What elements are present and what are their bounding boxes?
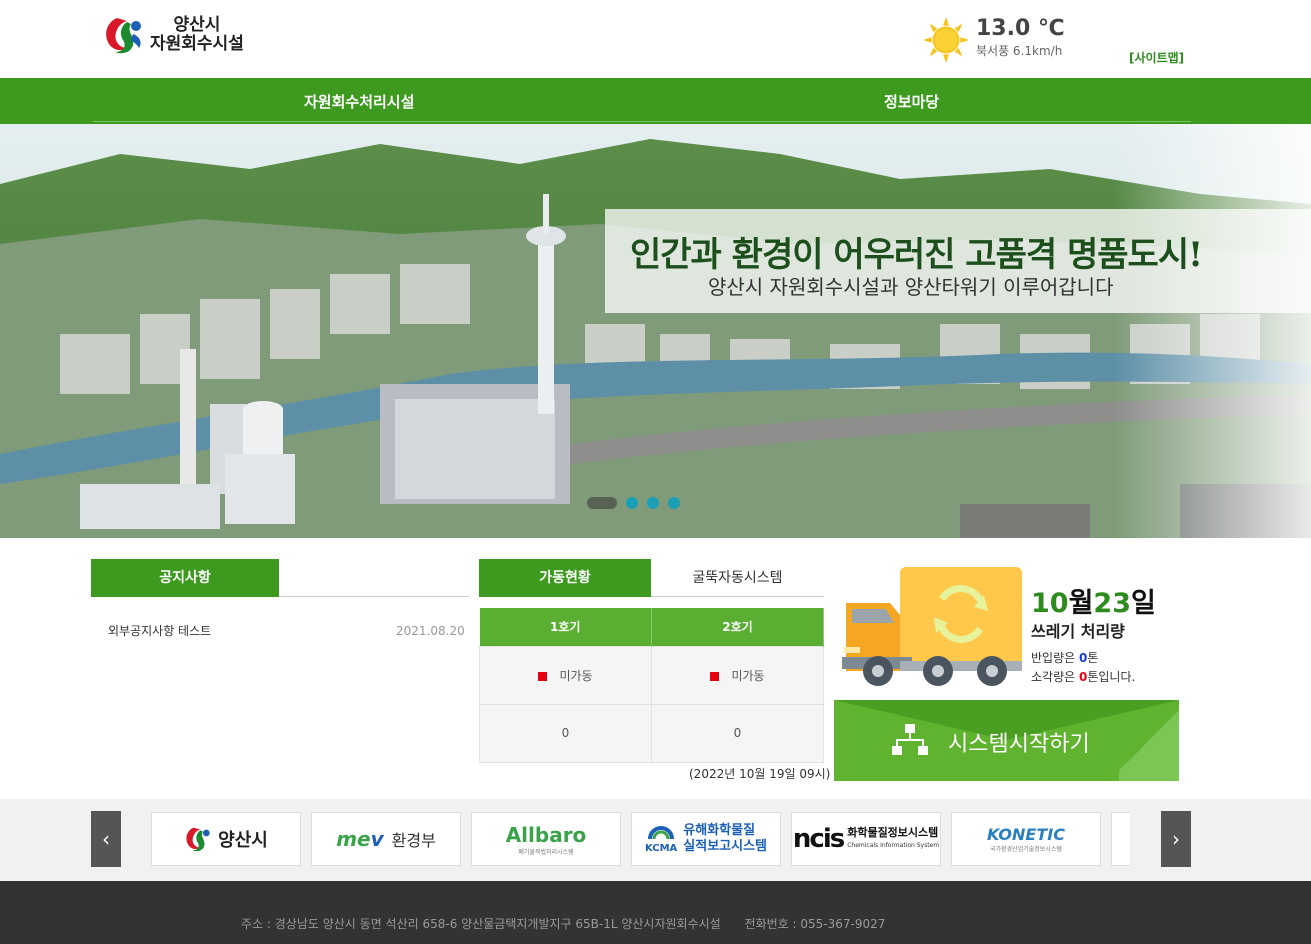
status-cell: 미가동 <box>479 645 652 705</box>
slider-dot-3[interactable] <box>647 497 659 509</box>
divider <box>279 596 469 597</box>
waste-date: 10월23일 <box>1031 581 1156 620</box>
banner-sublabel: 국가환경산업기술정보시스템 <box>990 846 1062 853</box>
waste-title: 쓰레기 처리량 <box>1031 622 1125 641</box>
temperature: 13.0 ℃ <box>976 16 1065 41</box>
banner-yangsan[interactable]: 양산시 <box>151 812 301 866</box>
weather-widget: 13.0 ℃ 북서풍 6.1km/h <box>922 16 1065 64</box>
logo-text: 양산시 자원회수시설 <box>150 16 244 54</box>
waste-burned: 소각량은 0톤입니다. <box>1031 668 1135 685</box>
sitemap-tree-icon <box>892 724 928 755</box>
value-cell: 0 <box>651 703 824 763</box>
banner-allbaro[interactable]: Allbaro 폐기물적법처리시스템 <box>471 812 621 866</box>
banner-ncis[interactable]: ncis 화학물질정보시스템 Chemicals Information Sys… <box>791 812 941 866</box>
notice-panel: 공지사항 외부공지사항 테스트 2021.08.20 <box>91 559 469 638</box>
operation-table: 1호기 2호기 미가동 미가동 0 0 <box>479 608 824 763</box>
operation-timestamp: (2022년 10월 19일 09시) <box>689 767 831 781</box>
status-cell: 미가동 <box>651 645 824 705</box>
status-text: 미가동 <box>559 668 593 683</box>
slider-pagination <box>587 497 680 509</box>
tab-stack-monitoring[interactable]: 굴뚝자동시스템 <box>651 559 824 597</box>
banner-partial[interactable] <box>1111 812 1130 866</box>
logo-line2: 자원회수시설 <box>150 34 244 54</box>
value-cell: 0 <box>479 703 652 763</box>
notice-item-date: 2021.08.20 <box>396 624 465 638</box>
burned-unit: 톤입니다. <box>1087 670 1136 684</box>
waste-month: 10 <box>1031 588 1069 619</box>
incoming-label: 반입량은 <box>1031 651 1079 665</box>
header: 양산시 자원회수시설 13.0 ℃ 북서풍 6.1km/h [사이트맵] <box>0 0 1311 78</box>
ncis-logo-icon: ncis <box>792 824 845 854</box>
tab-operation-status[interactable]: 가동현황 <box>479 559 651 597</box>
stopped-status-icon <box>538 671 548 681</box>
waste-incoming: 반입량은 0톤 <box>1031 649 1098 666</box>
system-start-button[interactable]: 시스템시작하기 <box>834 700 1179 781</box>
related-sites-banner: ‹ 양산시 me v 환경부 Allbaro 폐기물적법처리시스템 KCMA 유해… <box>0 799 1311 881</box>
logo-line1: 양산시 <box>173 15 221 35</box>
hero-cityscape-image <box>0 124 1311 538</box>
stopped-status-icon <box>710 671 720 681</box>
notice-item-title[interactable]: 외부공지사항 테스트 <box>108 622 211 639</box>
sun-icon <box>922 16 970 64</box>
yangsan-logo-icon <box>186 827 210 852</box>
slider-dot-1[interactable] <box>587 497 617 509</box>
banner-label: 실적보고시스템 <box>683 839 768 854</box>
banner-label: KONETIC <box>987 825 1065 844</box>
footer-address: 주소 : 경상남도 양산시 동면 석산리 658-6 양산물금택지개발지구 65… <box>241 917 721 931</box>
banner-label: Allbaro <box>505 822 587 847</box>
footer-info: 주소 : 경상남도 양산시 동면 석산리 658-6 양산물금택지개발지구 65… <box>241 915 885 932</box>
yangsan-logo-icon <box>106 18 141 54</box>
slider-dot-2[interactable] <box>626 497 638 509</box>
footer: 주소 : 경상남도 양산시 동면 석산리 658-6 양산물금택지개발지구 65… <box>0 881 1311 944</box>
nav-item-facility[interactable]: 자원회수처리시설 <box>304 91 414 112</box>
banner-label: 양산시 <box>218 830 268 851</box>
me-logo-icon: me <box>336 827 371 851</box>
status-text: 미가동 <box>731 668 765 683</box>
operation-panel: 가동현황 굴뚝자동시스템 1호기 2호기 미가동 미가동 0 0 (2022년 … <box>479 559 830 781</box>
kcma-logo-icon: KCMA <box>645 825 677 854</box>
banner-ministry-environment[interactable]: me v 환경부 <box>311 812 461 866</box>
banner-prev-button[interactable]: ‹ <box>91 811 121 867</box>
hero-banner: 인간과 환경이 어우러진 고품격 명품도시! 양산시 자원회수시설과 양산타워기… <box>0 124 1311 538</box>
main-navigation: 자원회수처리시설 정보마당 <box>0 78 1311 124</box>
banner-label: 유해화학물질 <box>683 823 756 838</box>
me-logo-icon: v <box>370 827 384 851</box>
system-start-label: 시스템시작하기 <box>948 732 1090 757</box>
hero-subtitle: 양산시 자원회수시설과 양산타워기 이루어갑니다 <box>708 275 1114 299</box>
footer-phone: 전화번호 : 055-367-9027 <box>744 917 886 931</box>
tab-notice[interactable]: 공지사항 <box>91 559 279 597</box>
nav-item-info[interactable]: 정보마당 <box>884 91 939 112</box>
incoming-unit: 톤 <box>1087 651 1099 665</box>
banner-label: 화학물질정보시스템 <box>847 826 939 839</box>
burned-label: 소각량은 <box>1031 670 1079 684</box>
banner-next-button[interactable]: › <box>1161 811 1191 867</box>
column-header: 1호기 <box>479 608 652 646</box>
banner-sublabel: 폐기물적법처리시스템 <box>518 848 574 856</box>
hero-title: 인간과 환경이 어우러진 고품격 명품도시! <box>630 235 1203 275</box>
column-header: 2호기 <box>651 608 824 646</box>
waste-day: 23 <box>1093 588 1131 619</box>
site-logo[interactable]: 양산시 자원회수시설 <box>103 14 244 56</box>
banner-kcma[interactable]: KCMA 유해화학물질 실적보고시스템 <box>631 812 781 866</box>
banner-konetic[interactable]: KONETIC 국가환경산업기술정보시스템 <box>951 812 1101 866</box>
banner-sublabel: Chemicals Information System <box>847 842 940 849</box>
decor <box>1119 700 1179 781</box>
waste-day-unit: 일 <box>1131 588 1156 619</box>
wind-info: 북서풍 6.1km/h <box>976 44 1063 58</box>
sitemap-link[interactable]: [사이트맵] <box>1129 49 1184 66</box>
hero-caption: 인간과 환경이 어우러진 고품격 명품도시! 양산시 자원회수시설과 양산타워기… <box>605 209 1311 313</box>
banner-label: 환경부 <box>391 831 436 850</box>
banner-track: 양산시 me v 환경부 Allbaro 폐기물적법처리시스템 KCMA 유해화학… <box>151 812 1130 866</box>
slider-dot-4[interactable] <box>668 497 680 509</box>
garbage-truck-icon <box>842 567 1022 686</box>
waste-month-unit: 월 <box>1068 588 1094 619</box>
